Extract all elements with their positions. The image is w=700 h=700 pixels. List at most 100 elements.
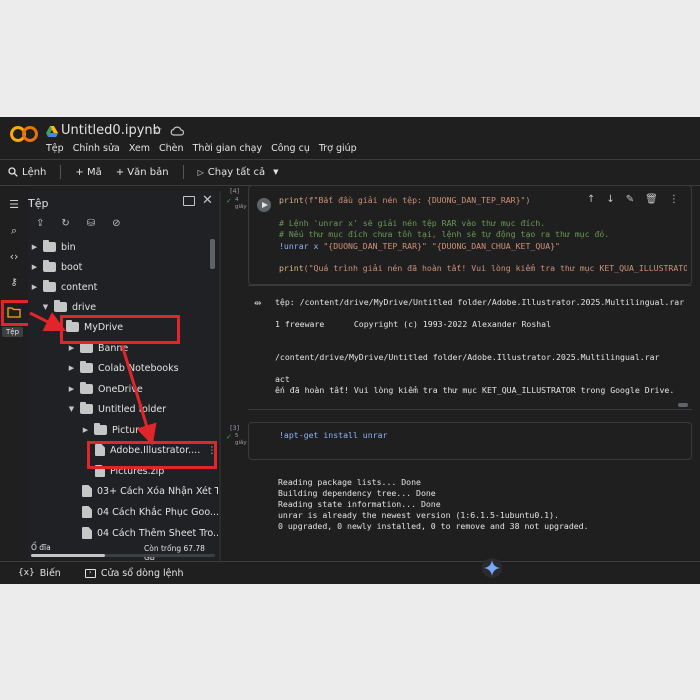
highlight-mydrive	[60, 315, 180, 344]
toc-icon[interactable]: ☰	[6, 197, 22, 213]
commands-button[interactable]: Lệnh	[8, 167, 46, 178]
tree-item-doc-2[interactable]: 04 Cách Khắc Phục Goo...	[82, 503, 218, 521]
tree-item-untitled-folder[interactable]: ▼ Untitled folder	[68, 400, 166, 418]
hide-files-icon[interactable]: ⊘	[112, 218, 120, 229]
tree-item-content[interactable]: ▶ content	[31, 278, 97, 296]
output-line: Building dependency tree... Done	[278, 488, 436, 498]
code-comment: # Nếu thư mục đích chưa tồn tại, lệnh sẽ…	[279, 229, 610, 240]
chevron-right-icon[interactable]: ▶	[82, 426, 89, 434]
run-all-button[interactable]: ▷ Chạy tất cả ▼	[198, 167, 279, 178]
toolbar-divider	[182, 165, 184, 179]
code-token: print	[279, 195, 304, 205]
tree-label: 03+ Cách Xóa Nhận Xét T...	[97, 485, 218, 497]
folder-icon	[80, 341, 93, 353]
exec-count: [4]	[230, 187, 240, 195]
menu-edit[interactable]: Chỉnh sửa	[73, 143, 120, 157]
chevron-right-icon[interactable]: ▶	[31, 263, 38, 271]
colab-logo-icon[interactable]	[10, 124, 38, 144]
chevron-right-icon[interactable]: ▶	[31, 243, 38, 251]
code-snippets-icon[interactable]: ‹›	[6, 249, 22, 265]
output-line: 1 freeware Copyright (c) 1993-2022 Alexa…	[275, 319, 552, 329]
tree-item-pictures[interactable]: ▶ Pictures	[82, 421, 150, 439]
folder-icon	[80, 402, 93, 414]
cloud-icon[interactable]	[170, 125, 184, 136]
colab-window: Untitled0.ipynb ☆ Tệp Chỉnh sửa Xem Chèn…	[0, 117, 700, 584]
tree-item-drive[interactable]: ▼ drive	[42, 298, 96, 316]
cell-output: Reading package lists... Done Building d…	[278, 477, 589, 532]
tree-item-doc-1[interactable]: 03+ Cách Xóa Nhận Xét T...	[82, 482, 218, 500]
file-icon	[82, 506, 92, 518]
code-editor[interactable]: !apt-get install unrar	[279, 430, 387, 441]
search-icon	[8, 167, 18, 177]
tree-label: OneDrive	[98, 383, 143, 395]
key-icon[interactable]: ⚷	[6, 275, 22, 291]
bottom-bar: {x} Biến › Cửa sổ dòng lệnh	[0, 562, 700, 584]
menu-insert[interactable]: Chèn	[159, 143, 184, 157]
exec-count: [3]	[230, 424, 240, 432]
add-code-button[interactable]: + Mã	[75, 167, 101, 178]
tree-label: boot	[61, 261, 83, 273]
find-icon[interactable]: ⌕	[6, 223, 22, 239]
chevron-down-icon[interactable]: ▼	[42, 303, 49, 311]
tree-item-bin[interactable]: ▶ bin	[31, 238, 76, 256]
files-panel: Tệp ✕ ⇪ ↻ ⛁ ⊘ ▶ bin ▶ boot ▶ content ▼ drive…	[28, 191, 218, 562]
code-cell[interactable]: print(f"Bắt đầu giải nén tệp: {DUONG_DAN…	[248, 185, 692, 285]
magic-icon[interactable]: ✎	[626, 194, 634, 205]
chevron-down-icon[interactable]: ▼	[68, 405, 75, 413]
terminal-button[interactable]: › Cửa sổ dòng lệnh	[84, 567, 184, 579]
tree-scrollbar[interactable]	[210, 239, 215, 269]
chevron-down-icon[interactable]: ▼	[273, 168, 278, 176]
upload-icon[interactable]: ⇪	[36, 218, 44, 229]
open-in-tab-icon[interactable]	[183, 196, 195, 206]
output-line: Reading state information... Done	[278, 499, 441, 509]
drive-icon	[46, 126, 58, 137]
terminal-label: Cửa sổ dòng lệnh	[100, 567, 184, 579]
add-text-button[interactable]: + Văn bản	[116, 167, 169, 178]
tree-label: Colab Notebooks	[98, 362, 179, 374]
code-cell[interactable]: !apt-get install unrar	[248, 422, 692, 460]
tree-label: drive	[72, 301, 97, 313]
delete-icon[interactable]: 🗑	[645, 194, 658, 205]
toolbar-divider	[60, 165, 62, 179]
close-icon[interactable]: ✕	[202, 193, 213, 208]
cell-duration: 4 giây	[235, 197, 247, 210]
chevron-right-icon[interactable]: ▶	[31, 283, 38, 291]
chevron-right-icon[interactable]: ▶	[68, 344, 75, 352]
menu-file[interactable]: Tệp	[46, 143, 64, 157]
tree-item-boot[interactable]: ▶ boot	[31, 258, 82, 276]
tree-label: content	[61, 281, 98, 293]
drive-folder-icon[interactable]: ⛁	[87, 218, 95, 229]
output-options-icon[interactable]: ⇹	[254, 299, 262, 309]
move-down-icon[interactable]: ↓	[606, 194, 614, 205]
check-icon: ✓	[226, 197, 232, 205]
tree-label: Pictures	[112, 424, 150, 436]
menu-tools[interactable]: Công cụ	[271, 143, 310, 157]
menu-help[interactable]: Trợ giúp	[319, 143, 357, 157]
refresh-icon[interactable]: ↻	[61, 218, 69, 229]
tree-item-onedrive[interactable]: ▶ OneDrive	[68, 380, 143, 398]
code-comment: # Lệnh 'unrar x' sẽ giải nén tệp RAR vào…	[279, 217, 546, 228]
more-options-icon[interactable]: ⋮	[669, 194, 679, 205]
play-icon: ▷	[197, 167, 204, 177]
play-icon	[262, 201, 268, 208]
variables-button[interactable]: {x} Biến	[18, 568, 61, 579]
output-line: ến đã hoàn tất! Vui lòng kiểm tra thư mụ…	[275, 385, 675, 395]
move-up-icon[interactable]: ↑	[587, 194, 595, 205]
gemini-icon[interactable]	[481, 557, 503, 579]
file-icon	[82, 527, 92, 539]
folder-icon	[80, 382, 93, 394]
tree-item-colab-notebooks[interactable]: ▶ Colab Notebooks	[68, 359, 179, 377]
run-cell-button[interactable]	[257, 198, 271, 212]
tree-item-doc-3[interactable]: 04 Cách Thêm Sheet Tro...	[82, 524, 218, 542]
chevron-right-icon[interactable]: ▶	[68, 385, 75, 393]
output-line: act	[275, 374, 290, 384]
tree-label: Banne	[98, 342, 129, 354]
highlight-adobe-file	[87, 441, 217, 469]
menu-runtime[interactable]: Thời gian chạy	[193, 143, 263, 157]
notebook-title[interactable]: Untitled0.ipynb	[61, 123, 161, 138]
chevron-right-icon[interactable]: ▶	[68, 364, 75, 372]
star-icon[interactable]: ☆	[152, 123, 163, 137]
output-scrollbar[interactable]	[678, 403, 688, 407]
menu-view[interactable]: Xem	[129, 143, 150, 157]
panel-divider[interactable]	[219, 191, 221, 561]
